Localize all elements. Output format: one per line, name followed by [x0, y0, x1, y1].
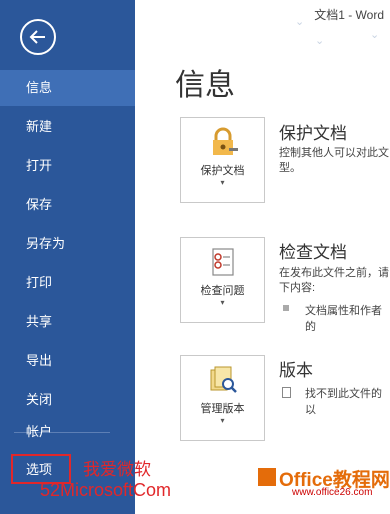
versions-search-icon	[210, 366, 237, 393]
inspect-section-title: 检查文档	[279, 243, 347, 262]
document-icon	[282, 387, 291, 398]
chevron-down-icon: ▾	[220, 298, 225, 307]
nav-account[interactable]: 帐户	[0, 414, 135, 450]
protect-document-label: 保护文档	[200, 165, 245, 177]
watermark-chinese-text: 我爱微软	[83, 460, 151, 479]
backstage-sidebar: 信息 新建 打开 保存 另存为 打印 共享 导出 关闭 帐户 选项	[0, 0, 135, 514]
bird-decoration-icon: ⌄	[370, 29, 380, 41]
nav-info[interactable]: 信息	[0, 70, 135, 106]
versions-section-desc: 找不到此文件的以	[305, 388, 382, 416]
nav-share[interactable]: 共享	[0, 304, 135, 340]
inspect-section-desc-2: 下内容:	[279, 282, 316, 294]
bird-decoration-icon: ⌄	[315, 35, 325, 47]
nav-print[interactable]: 打印	[0, 265, 135, 301]
protect-section-title: 保护文档	[279, 124, 347, 143]
nav-close[interactable]: 关闭	[0, 382, 135, 418]
lock-key-icon	[213, 127, 238, 155]
nav-export[interactable]: 导出	[0, 343, 135, 379]
arrow-left-icon	[29, 30, 45, 44]
chevron-down-icon: ▾	[220, 178, 225, 187]
chevron-down-icon: ▾	[220, 416, 225, 425]
bird-decoration-icon: ⌄	[295, 16, 305, 28]
nav-save[interactable]: 保存	[0, 187, 135, 223]
protect-section-desc-2: 型。	[279, 162, 301, 174]
watermark-url-text: 52MicrosoftCom	[40, 480, 172, 500]
nav-save-as[interactable]: 另存为	[0, 226, 135, 262]
back-button[interactable]	[20, 19, 56, 55]
protect-document-button[interactable]: 保护文档 ▾	[180, 117, 265, 203]
window-title: 文档1 - Word	[314, 8, 384, 22]
check-issues-label: 检查问题	[200, 285, 245, 297]
checklist-icon	[212, 248, 234, 276]
check-issues-button[interactable]: 检查问题 ▾	[180, 237, 265, 323]
office-site-url: www.office26.com	[292, 487, 373, 498]
inspect-bullet-text: 文档属性和作者的	[305, 305, 382, 333]
info-panel: ⌄ ⌄ ⌄ 文档1 - Word 信息 保护文档 ▾ 保护文档 控制其他人可以对…	[135, 0, 390, 514]
bullet-marker	[283, 305, 289, 311]
versions-section-title: 版本	[279, 361, 313, 380]
nav-new[interactable]: 新建	[0, 109, 135, 145]
inspect-section-desc-1: 在发布此文件之前，请	[279, 267, 389, 279]
manage-versions-button[interactable]: 管理版本 ▾	[180, 355, 265, 441]
nav-open[interactable]: 打开	[0, 148, 135, 184]
office-logo-icon	[258, 468, 276, 486]
page-title: 信息	[175, 69, 235, 102]
manage-versions-label: 管理版本	[200, 403, 245, 415]
protect-section-desc-1: 控制其他人可以对此文	[279, 147, 389, 159]
